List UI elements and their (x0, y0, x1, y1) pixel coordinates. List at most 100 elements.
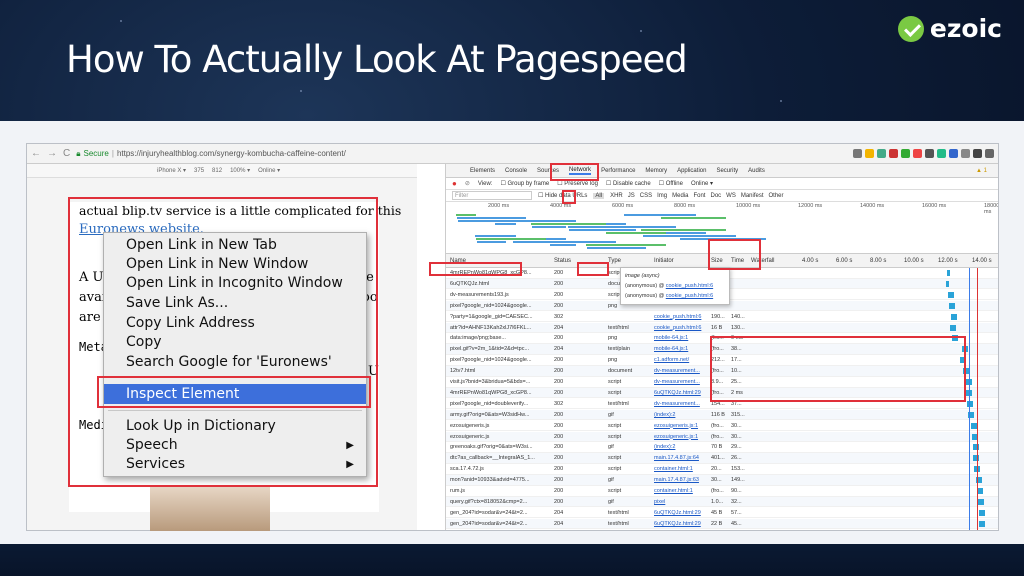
extension-icon[interactable] (973, 149, 982, 158)
filter-type-media[interactable]: Media (672, 193, 688, 199)
cell-initiator[interactable]: 6uQTKQJz.html:29 (654, 510, 709, 516)
cell-initiator[interactable]: c1.adform.net/ (654, 357, 709, 363)
forward-icon[interactable]: → (47, 148, 57, 159)
preserve-log-checkbox[interactable]: ☐ Preserve log (557, 180, 598, 187)
table-row[interactable]: attr?id=AHNF13Kah2xlJ7l6FKL... 204 text/ht… (446, 322, 998, 334)
extension-icon[interactable] (901, 149, 910, 158)
filter-type-js[interactable]: JS (628, 193, 635, 199)
star-icon[interactable] (865, 149, 874, 158)
filter-input[interactable]: Filter (452, 191, 532, 200)
overview-bar (641, 229, 726, 231)
table-row[interactable]: gen_204?id=sodar&v=24&t=2... 204 text/html… (446, 508, 998, 519)
cell-size: 22 B (711, 520, 723, 527)
filter-type-img[interactable]: Img (657, 193, 667, 199)
warning-badge[interactable]: ▲ 1 (976, 168, 998, 174)
filter-type-xhr[interactable]: XHR (610, 193, 623, 199)
cell-status: 200 (554, 488, 564, 494)
cell-initiator[interactable]: (index):2 (654, 444, 709, 450)
cell-initiator[interactable]: cookie_push.html:6 (654, 314, 709, 320)
table-row[interactable]: greenoaks.gif?orig=0&ats=W3si... 200 gif (i… (446, 442, 998, 453)
extension-icon[interactable] (889, 149, 898, 158)
tab-application[interactable]: Application (677, 168, 706, 174)
clear-icon[interactable]: ⊘ (465, 180, 470, 187)
menu-icon[interactable] (985, 149, 994, 158)
table-row[interactable]: gen_204?id=sodar&v=24&t=2... 204 text/html… (446, 518, 998, 530)
tab-security[interactable]: Security (716, 168, 738, 174)
disable-cache-checkbox[interactable]: ☐ Disable cache (606, 180, 651, 187)
waterfall-bar (950, 324, 956, 331)
cell-initiator[interactable]: 6uQTKQJz.html:29 (654, 390, 709, 396)
cell-initiator[interactable]: dv-measurement... (654, 379, 709, 385)
overview-bar (457, 217, 506, 219)
table-row[interactable]: mon?anid=10933&advid=4775... 200 gif main.1… (446, 475, 998, 486)
tooltip-link[interactable]: cookie_push.html:6 (666, 293, 713, 299)
address-bar[interactable]: 🔒︎ Secure | https://injuryhealthblog.com… (76, 149, 346, 159)
cell-initiator[interactable]: cookie_push.html:6 (654, 325, 709, 331)
throttle-select[interactable]: Online ▾ (258, 167, 280, 174)
offline-checkbox[interactable]: ☐ Offline (659, 180, 683, 187)
filter-type-doc[interactable]: Doc (710, 193, 721, 199)
table-row[interactable]: sca.17.4.72.js 200 script container.html:1 2… (446, 464, 998, 475)
filter-type-other[interactable]: Other (769, 193, 784, 199)
filter-type-manifest[interactable]: Manifest (741, 193, 764, 199)
width-field[interactable]: 375 (194, 168, 204, 174)
col-status[interactable]: Status (554, 258, 571, 264)
search-icon[interactable] (853, 149, 862, 158)
tooltip-link[interactable]: cookie_push.html:6 (666, 283, 713, 289)
extension-icon[interactable] (949, 149, 958, 158)
table-row[interactable]: ?party=1&google_gid=CAESEC... 302 cookie_p… (446, 312, 998, 323)
table-row[interactable]: ezosuigeneric.js 200 script ezosuigeneric.j… (446, 431, 998, 443)
tab-elements[interactable]: Elements (470, 168, 495, 174)
cell-name: ?party=1&google_gid=CAESEC... (450, 313, 533, 320)
extension-icon[interactable] (877, 149, 886, 158)
overview-bar (586, 244, 666, 246)
cell-initiator[interactable]: mobile-64.js:1 (654, 335, 709, 341)
cell-initiator[interactable]: container.html:1 (654, 488, 709, 494)
highlight-page-area (68, 197, 378, 487)
cell-type: document (608, 368, 633, 375)
cell-initiator[interactable]: 6uQTKQJz.html:29 (654, 521, 709, 527)
extension-icon[interactable] (913, 149, 922, 158)
table-row[interactable]: query.gif?ctx=818052&cmp=2... 200 gif pixel… (446, 496, 998, 508)
cell-initiator[interactable]: container.html:1 (654, 466, 709, 472)
height-field[interactable]: 812 (212, 168, 222, 174)
tab-console[interactable]: Console (505, 168, 527, 174)
cell-initiator[interactable]: (index):2 (654, 412, 709, 418)
cell-initiator[interactable]: dv-measurement... (654, 401, 709, 407)
cell-type: script (608, 389, 622, 396)
extension-icon[interactable] (925, 149, 934, 158)
record-icon[interactable]: ● (452, 179, 457, 188)
col-type[interactable]: Type (608, 258, 621, 264)
cell-initiator[interactable]: main.17.4.87.js:64 (654, 455, 709, 461)
cell-size: (fro... (711, 433, 724, 440)
tab-performance[interactable]: Performance (601, 168, 635, 174)
tab-memory[interactable]: Memory (645, 168, 667, 174)
table-row[interactable]: rum.js 200 script container.html:1 (fro... 90… (446, 486, 998, 497)
table-row[interactable]: dtc?as_callback=__IntegralAS_1... 200 scri… (446, 453, 998, 464)
group-by-frame-checkbox[interactable]: ☐ Group by frame (500, 180, 549, 187)
filter-all[interactable]: All (593, 192, 605, 199)
extension-icon[interactable] (961, 149, 970, 158)
table-row[interactable]: ezosuigeneris.js 200 script ezosuigeneris.j… (446, 421, 998, 432)
filter-type-font[interactable]: Font (693, 193, 705, 199)
cell-initiator[interactable]: mobile-64.js:1 (654, 346, 709, 352)
cell-initiator[interactable]: ezosuigeneric.js:1 (654, 434, 709, 440)
back-icon[interactable]: ← (31, 148, 41, 159)
tab-audits[interactable]: Audits (748, 168, 765, 174)
extension-icon[interactable] (937, 149, 946, 158)
cell-initiator[interactable]: ezosuigeneris.js:1 (654, 423, 709, 429)
filter-type-css[interactable]: CSS (640, 193, 652, 199)
cell-initiator[interactable]: dv-measurement... (654, 368, 709, 374)
overview-tick: 2000 ms (488, 203, 510, 209)
zoom-select[interactable]: 100% ▾ (230, 167, 250, 174)
overview-bar (661, 217, 726, 219)
cell-initiator[interactable]: pixel (654, 499, 709, 505)
cell-initiator[interactable]: main.17.4.87.js:63 (654, 477, 709, 483)
filter-type-ws[interactable]: WS (726, 193, 736, 199)
device-select[interactable]: iPhone X ▾ (157, 167, 186, 174)
cell-name: 4mrREPnWo81qWPG8_xcGP8... (450, 389, 532, 396)
online-select[interactable]: Online ▾ (691, 180, 713, 187)
table-row[interactable]: army.gif?orig=0&ats=W3sidHw... 200 gif (ind… (446, 409, 998, 421)
reload-icon[interactable]: C (63, 148, 70, 159)
col-initiator[interactable]: Initiator (654, 258, 674, 264)
